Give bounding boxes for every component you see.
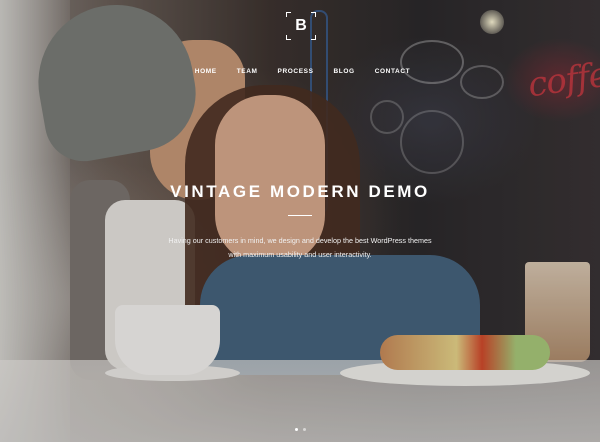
logo-letter: B <box>295 17 307 34</box>
hero-title: VINTAGE MODERN DEMO <box>170 182 430 201</box>
nav-item-home[interactable]: HOME <box>195 68 217 75</box>
logo-corner <box>286 35 291 40</box>
nav-item-contact[interactable]: CONTACT <box>375 68 411 75</box>
nav-item-blog[interactable]: BLOG <box>334 68 355 75</box>
nav-item-process[interactable]: PROCESS <box>278 68 314 75</box>
nav-item-team[interactable]: TEAM <box>237 68 258 75</box>
hero-description-line: Having our customers in mind, we design … <box>168 236 432 245</box>
slider-dot[interactable] <box>302 428 306 431</box>
logo-corner <box>311 12 316 17</box>
title-divider <box>288 215 312 216</box>
slider-dot[interactable] <box>294 428 298 431</box>
hero-section: coffe B HOME TEAM PROCESS BLOG CONTACT V… <box>0 0 600 442</box>
hero-overlay <box>0 0 600 442</box>
logo-corner <box>286 12 291 17</box>
main-nav: HOME TEAM PROCESS BLOG CONTACT <box>0 68 600 75</box>
hero-description: Having our customers in mind, we design … <box>150 234 450 261</box>
hero-description-line: with maximum usability and user interact… <box>228 249 372 259</box>
slider-pagination <box>0 428 600 431</box>
logo-corner <box>311 35 316 40</box>
site-logo[interactable]: B <box>286 12 316 40</box>
